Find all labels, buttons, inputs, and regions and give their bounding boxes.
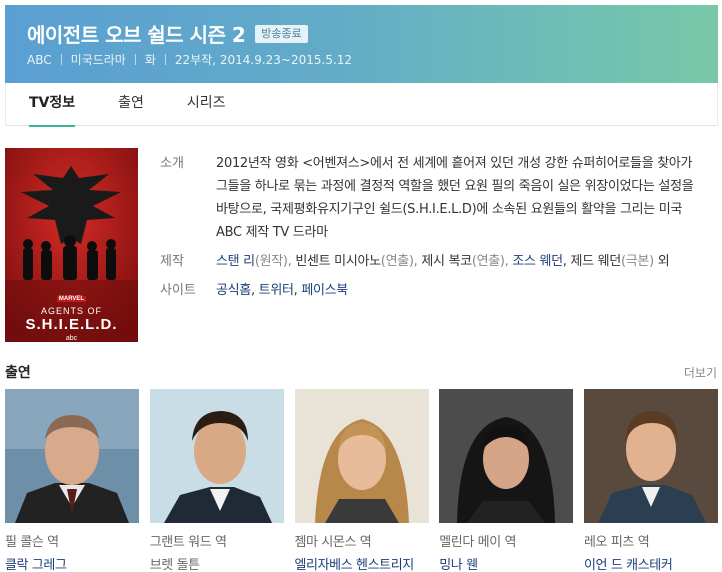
producer-name: 제드 웨던 — [570, 254, 622, 269]
cast-name[interactable]: 밍나 웬 — [439, 554, 573, 572]
cast-photo[interactable] — [294, 389, 429, 523]
cast-card[interactable]: 젬마 시몬스 역 엘리자베스 헨스트리지 — [294, 389, 429, 572]
program-info: 소개 2012년작 영화 <어벤져스>에서 전 세계에 흩어져 있던 개성 강한… — [160, 152, 705, 308]
meta-episodes: 22부작, 2014.9.23~2015.5.12 — [174, 53, 353, 67]
meta-genre: 미국드라마 — [70, 53, 126, 67]
cast-card[interactable]: 멜린다 메이 역 밍나 웬 — [439, 389, 574, 572]
synopsis-label: 소개 — [160, 156, 184, 171]
person-photo-icon — [439, 389, 574, 523]
producer-role: (연출), — [471, 254, 513, 269]
cast-photo[interactable] — [584, 389, 718, 523]
cast-card[interactable]: 그랜트 워드 역 브렛 돌튼 — [149, 389, 284, 572]
producer-role: (극본) — [620, 254, 654, 269]
production-list: 스탠 리(원작), 빈센트 미시아노(연출), 제시 복코(연출), 조스 웨던… — [216, 250, 670, 273]
cast-role: 젬마 시몬스 역 — [294, 535, 372, 550]
poster-line2: S.H.I.E.L.D. — [25, 316, 118, 333]
program-title: 에이전트 오브 쉴드 시즌 2 — [27, 23, 246, 47]
tab-tv-info[interactable]: TV정보 — [29, 83, 76, 127]
site-row: 사이트 공식홈, 트위터, 페이스북 — [160, 279, 705, 302]
producer-name: 빈센트 미시아노 — [295, 254, 381, 269]
poster-network: abc — [65, 335, 78, 342]
program-poster[interactable]: MARVEL AGENTS OF S.H.I.E.L.D. abc — [5, 148, 138, 342]
cast-photo[interactable] — [149, 389, 284, 523]
producer-suffix: 외 — [653, 254, 670, 269]
program-header: 에이전트 오브 쉴드 시즌 2 방송종료 ABC 미국드라마 화 22부작, 2… — [5, 5, 718, 83]
poster-brand: MARVEL — [56, 296, 87, 302]
meta-network: ABC — [27, 52, 52, 67]
cast-photo[interactable] — [5, 389, 139, 523]
meta-divider — [60, 54, 62, 65]
cast-name[interactable]: 엘리자베스 헨스트리지 — [295, 554, 429, 572]
person-photo-icon — [5, 389, 139, 523]
producer-link[interactable]: 조스 웨던 — [512, 254, 563, 269]
official-site-link[interactable]: 공식홈 — [216, 283, 251, 298]
facebook-link[interactable]: 페이스북 — [301, 283, 348, 298]
site-label: 사이트 — [160, 283, 196, 298]
producer-role: (연출), — [380, 254, 422, 269]
site-links: 공식홈, 트위터, 페이스북 — [216, 279, 348, 302]
cast-list: 필 콜슨 역 클락 그레그 그랜트 워드 역 브렛 돌튼 젬마 시몬스 역 엘리… — [5, 389, 718, 572]
production-row: 제작 스탠 리(원작), 빈센트 미시아노(연출), 제시 복코(연출), 조스… — [160, 250, 705, 273]
synopsis-row: 소개 2012년작 영화 <어벤져스>에서 전 세계에 흩어져 있던 개성 강한… — [160, 152, 705, 244]
tab-bar: TV정보 출연 시리즈 — [5, 83, 718, 127]
cast-name: 브렛 돌튼 — [149, 558, 200, 572]
tab-cast[interactable]: 출연 — [118, 83, 144, 126]
tab-series[interactable]: 시리즈 — [187, 83, 226, 126]
meta-divider — [164, 54, 166, 65]
cast-role: 필 콜슨 역 — [5, 535, 59, 550]
cast-role: 그랜트 워드 역 — [149, 535, 227, 550]
person-photo-icon — [294, 389, 429, 523]
cast-photo[interactable] — [439, 389, 574, 523]
cast-name[interactable]: 클락 그레그 — [5, 554, 139, 572]
producer-role: (원작), — [254, 254, 296, 269]
meta-day: 화 — [144, 53, 156, 67]
twitter-link[interactable]: 트위터 — [259, 283, 294, 298]
person-photo-icon — [149, 389, 284, 523]
cast-card[interactable]: 레오 피츠 역 이언 드 캐스테커 — [584, 389, 718, 572]
person-photo-icon — [584, 389, 718, 523]
producer-separator: , — [562, 254, 571, 269]
meta-divider — [134, 54, 136, 65]
title-row: 에이전트 오브 쉴드 시즌 2 방송종료 — [27, 19, 308, 48]
production-label: 제작 — [160, 254, 184, 269]
cast-card[interactable]: 필 콜슨 역 클락 그레그 — [5, 389, 139, 572]
cast-section-title: 출연 — [5, 365, 31, 381]
more-cast-link[interactable]: 더보기 — [684, 364, 717, 381]
program-meta: ABC 미국드라마 화 22부작, 2014.9.23~2015.5.12 — [27, 51, 352, 68]
site-separator: , — [250, 283, 259, 298]
producer-name: 제시 복코 — [421, 254, 472, 269]
cast-role: 레오 피츠 역 — [584, 535, 650, 550]
producer-link[interactable]: 스탠 리 — [216, 254, 255, 269]
poster-line1: AGENTS OF — [40, 306, 102, 316]
cast-role: 멜린다 메이 역 — [439, 535, 517, 550]
cast-name[interactable]: 이언 드 캐스테커 — [584, 554, 718, 572]
synopsis-text: 2012년작 영화 <어벤져스>에서 전 세계에 흩어져 있던 개성 강한 슈퍼… — [216, 156, 694, 240]
status-badge: 방송종료 — [255, 24, 308, 43]
